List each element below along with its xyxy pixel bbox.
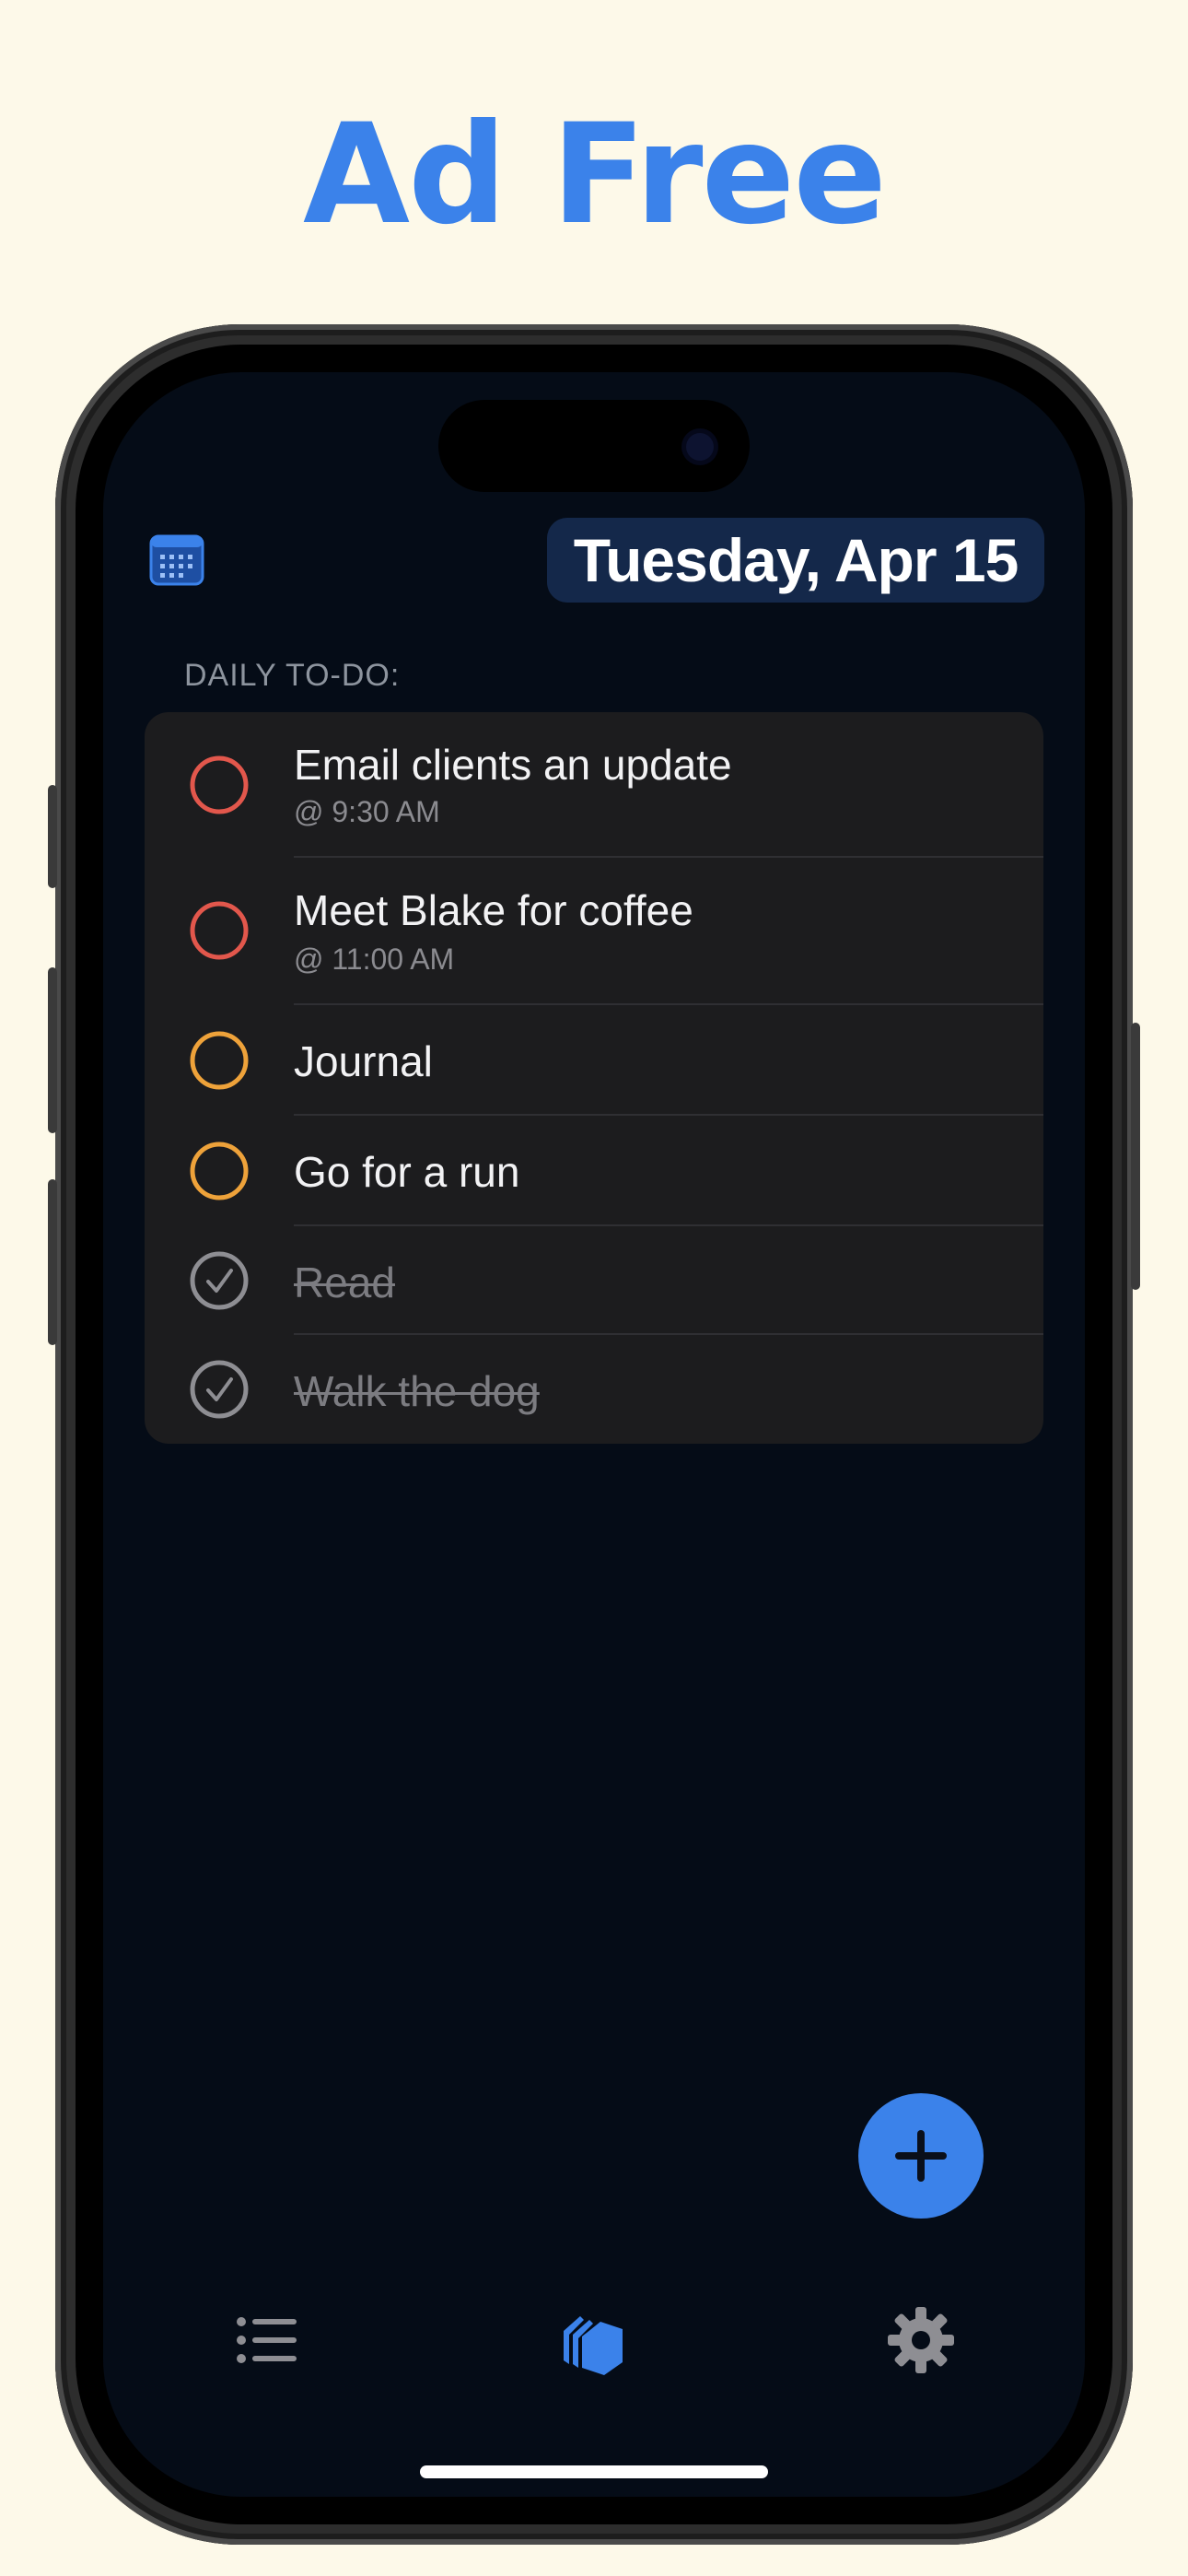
action-button [48,785,57,888]
todo-row[interactable]: Walk the dog [145,1335,1043,1444]
todo-row[interactable]: Go for a run [145,1116,1043,1226]
todo-title: Go for a run [294,1148,520,1196]
section-label: DAILY TO-DO: [184,658,401,693]
todo-row[interactable]: Meet Blake for coffee @ 11:00 AM [145,858,1043,1005]
list-icon[interactable] [230,2303,304,2377]
todo-circle-icon[interactable] [189,900,250,961]
todo-title: Email clients an update [294,741,732,789]
todo-row[interactable]: Read [145,1226,1043,1335]
add-todo-button[interactable] [858,2093,984,2219]
plus-icon [895,2130,947,2182]
todo-title: Meet Blake for coffee [294,886,693,934]
volume-down-button [48,1179,57,1345]
todo-title: Journal [294,1037,433,1085]
todo-title: Walk the dog [294,1367,540,1415]
gear-icon[interactable] [884,2303,958,2377]
todo-row[interactable]: Email clients an update @ 9:30 AM [145,712,1043,858]
todo-title: Read [294,1259,395,1306]
todo-circle-icon[interactable] [189,1030,250,1091]
volume-up-button [48,967,57,1133]
todo-circle-icon[interactable] [189,1141,250,1201]
todo-time: @ 11:00 AM [294,943,455,976]
home-indicator[interactable] [420,2465,768,2478]
todo-list: Email clients an update @ 9:30 AM Meet B… [145,712,1043,1444]
todo-time: @ 9:30 AM [294,795,440,828]
cards-icon[interactable] [556,2303,630,2377]
date-label: Tuesday, Apr 15 [573,526,1019,594]
checkmark-circle-icon[interactable] [189,1250,250,1311]
calendar-icon[interactable] [149,534,204,586]
todo-row[interactable]: Journal [145,1005,1043,1116]
power-button [1131,1023,1140,1290]
todo-circle-icon[interactable] [189,755,250,815]
camera-icon [686,433,714,461]
headline: Ad Free [303,95,887,255]
date-title[interactable]: Tuesday, Apr 15 [547,518,1044,603]
checkmark-circle-icon[interactable] [189,1359,250,1420]
